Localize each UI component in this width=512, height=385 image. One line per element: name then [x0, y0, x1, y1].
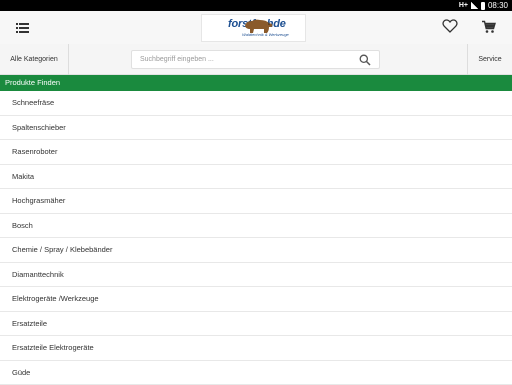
list-item[interactable]: Makita: [0, 165, 512, 190]
all-categories-button[interactable]: Alle Kategorien: [0, 44, 69, 75]
service-button[interactable]: Service: [467, 44, 512, 75]
heart-icon[interactable]: [442, 19, 458, 33]
menu-icon[interactable]: [16, 22, 29, 33]
logo-tagline: Waldtechnik & Werkzeuge: [242, 32, 289, 37]
search-icon[interactable]: [359, 54, 371, 66]
cart-icon[interactable]: [481, 20, 496, 34]
status-time: 08:30: [488, 1, 508, 10]
list-item[interactable]: Ersatzteile Elektrogeräte: [0, 336, 512, 361]
site-logo[interactable]: forstfachde Waldtechnik & Werkzeuge: [201, 14, 306, 42]
list-item[interactable]: Elektrogeräte /Werkzeuge: [0, 287, 512, 312]
search-input[interactable]: Suchbegriff eingeben ...: [131, 50, 380, 69]
list-item[interactable]: Ersatzteile: [0, 312, 512, 337]
list-item[interactable]: Diamanttechnik: [0, 263, 512, 288]
app-header: forstfachde Waldtechnik & Werkzeuge: [0, 11, 512, 44]
list-item[interactable]: Schneefräse: [0, 91, 512, 116]
status-icons: H+ 08:30: [459, 1, 508, 10]
search-placeholder: Suchbegriff eingeben ...: [140, 51, 214, 69]
signal-icon: [471, 2, 478, 9]
category-list: Schneefräse Spaltenschieber Rasenroboter…: [0, 91, 512, 385]
network-type: H+: [459, 2, 468, 9]
battery-icon: [481, 2, 485, 10]
list-item[interactable]: Spaltenschieber: [0, 116, 512, 141]
list-item[interactable]: Hochgrasmäher: [0, 189, 512, 214]
toolbar: Alle Kategorien Suchbegriff eingeben ...…: [0, 44, 512, 75]
list-item[interactable]: Chemie / Spray / Klebebänder: [0, 238, 512, 263]
status-bar: H+ 08:30: [0, 0, 512, 11]
list-item[interactable]: Rasenroboter: [0, 140, 512, 165]
section-title: Produkte Finden: [0, 75, 512, 91]
list-item[interactable]: Bosch: [0, 214, 512, 239]
list-item[interactable]: Güde: [0, 361, 512, 385]
